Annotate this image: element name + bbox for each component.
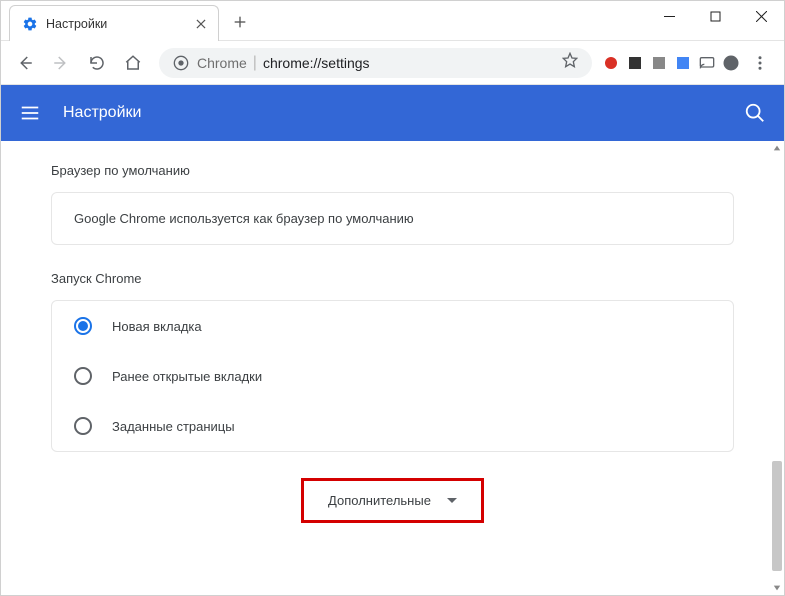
url-divider: |	[253, 54, 257, 72]
radio-label: Ранее открытые вкладки	[112, 369, 262, 384]
extension-icon-3[interactable]	[650, 54, 668, 72]
toolbar: Chrome | chrome://settings	[1, 41, 784, 85]
radio-icon	[74, 417, 92, 435]
search-icon[interactable]	[744, 102, 766, 124]
new-tab-button[interactable]	[225, 7, 255, 37]
close-tab-icon[interactable]	[194, 17, 208, 31]
startup-option-new-tab[interactable]: Новая вкладка	[52, 301, 733, 351]
scroll-up-icon[interactable]	[770, 141, 784, 155]
startup-option-continue[interactable]: Ранее открытые вкладки	[52, 351, 733, 401]
default-browser-message: Google Chrome используется как браузер п…	[74, 211, 414, 226]
on-startup-label: Запуск Chrome	[51, 271, 734, 286]
settings-header: Настройки	[1, 85, 784, 141]
extension-icons	[602, 54, 740, 72]
advanced-button[interactable]: Дополнительные	[301, 478, 484, 523]
url-text: chrome://settings	[263, 55, 370, 71]
gear-icon	[22, 16, 38, 32]
scroll-down-icon[interactable]	[770, 581, 784, 595]
home-button[interactable]	[117, 47, 149, 79]
chrome-icon	[173, 55, 189, 71]
radio-label: Заданные страницы	[112, 419, 235, 434]
profile-avatar-icon[interactable]	[722, 54, 740, 72]
caret-down-icon	[447, 498, 457, 503]
page-title: Настройки	[63, 104, 744, 122]
advanced-label: Дополнительные	[328, 493, 431, 508]
window-close-button[interactable]	[738, 1, 784, 31]
titlebar: Настройки	[1, 1, 784, 41]
radio-label: Новая вкладка	[112, 319, 202, 334]
cast-icon[interactable]	[698, 54, 716, 72]
extension-icon-4[interactable]	[674, 54, 692, 72]
on-startup-card: Новая вкладка Ранее открытые вкладки Зад…	[51, 300, 734, 452]
tab-title: Настройки	[46, 17, 194, 31]
startup-option-specific[interactable]: Заданные страницы	[52, 401, 733, 451]
window-maximize-button[interactable]	[692, 1, 738, 31]
extension-icon-1[interactable]	[602, 54, 620, 72]
reload-button[interactable]	[81, 47, 113, 79]
settings-content: Браузер по умолчанию Google Chrome испол…	[1, 141, 784, 595]
radio-icon	[74, 367, 92, 385]
bookmark-star-icon[interactable]	[562, 52, 578, 73]
omnibox[interactable]: Chrome | chrome://settings	[159, 48, 592, 78]
url-prefix: Chrome	[197, 55, 247, 71]
forward-button[interactable]	[45, 47, 77, 79]
scrollbar[interactable]	[770, 141, 784, 595]
menu-icon[interactable]	[19, 102, 41, 124]
default-browser-card: Google Chrome используется как браузер п…	[51, 192, 734, 245]
window-minimize-button[interactable]	[646, 1, 692, 31]
browser-tab[interactable]: Настройки	[9, 5, 219, 41]
back-button[interactable]	[9, 47, 41, 79]
default-browser-label: Браузер по умолчанию	[51, 163, 734, 178]
scroll-thumb[interactable]	[772, 461, 782, 571]
chrome-menu-button[interactable]	[744, 47, 776, 79]
extension-icon-2[interactable]	[626, 54, 644, 72]
radio-icon	[74, 317, 92, 335]
